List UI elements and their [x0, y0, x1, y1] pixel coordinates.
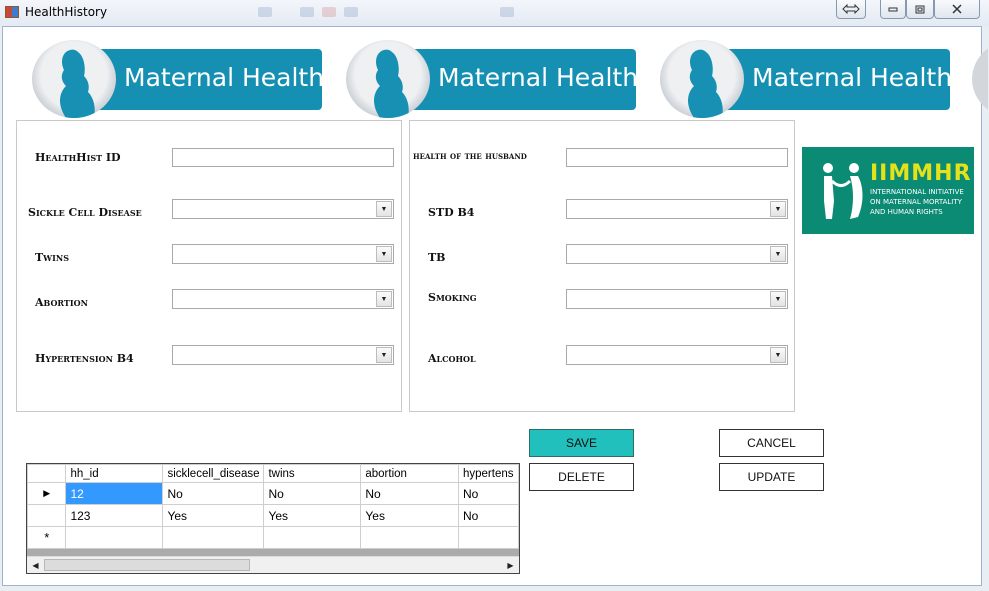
mother-figure-icon — [823, 163, 863, 219]
table-cell[interactable]: No — [458, 504, 519, 527]
logo-abbreviation: IIMMHR — [870, 161, 972, 186]
table-cell[interactable]: No — [162, 482, 265, 505]
background-icon — [344, 7, 358, 17]
tb-label: TB — [428, 251, 446, 264]
chevron-down-icon[interactable]: ▼ — [376, 291, 392, 307]
background-icon — [500, 7, 514, 17]
smoking-select[interactable]: ▼ — [566, 289, 788, 309]
row-header-corner — [27, 464, 67, 483]
hypertension-select[interactable]: ▼ — [172, 345, 394, 365]
chevron-down-icon[interactable]: ▼ — [770, 246, 786, 262]
minimize-button[interactable] — [880, 0, 906, 19]
grid-header-row: hh_id sicklecell_disease twins abortion … — [27, 464, 519, 483]
table-cell[interactable] — [65, 526, 164, 549]
column-header[interactable]: hh_id — [65, 464, 164, 483]
scroll-left-icon[interactable]: ◀ — [27, 557, 44, 573]
iimmhr-logo: IIMMHR INTERNATIONAL INITIATIVE ON MATER… — [802, 147, 974, 234]
logo-line-2: ON MATERNAL MORTALITY — [870, 198, 962, 206]
chevron-down-icon[interactable]: ▼ — [770, 347, 786, 363]
banner-text: Maternal Health — [752, 63, 953, 92]
alcohol-label: Alcohol — [428, 352, 476, 365]
hypertension-label: Hypertension B4 — [35, 352, 134, 365]
twins-select[interactable]: ▼ — [172, 244, 394, 264]
twins-label: Twins — [35, 251, 70, 264]
healthhist-id-input[interactable] — [172, 148, 394, 167]
banner-text: Maternal Health — [124, 63, 325, 92]
column-header[interactable]: twins — [263, 464, 362, 483]
banner-bar: Maternal Health — [402, 49, 639, 110]
chevron-down-icon[interactable]: ▼ — [376, 246, 392, 262]
grid-table: hh_id sicklecell_disease twins abortion … — [27, 464, 519, 549]
std-label: STD B4 — [428, 206, 475, 219]
background-icon — [300, 7, 314, 17]
row-header[interactable] — [27, 504, 67, 527]
new-row[interactable]: * — [27, 526, 519, 549]
abortion-select[interactable]: ▼ — [172, 289, 394, 309]
alcohol-select[interactable]: ▼ — [566, 345, 788, 365]
logo-line-3: AND HUMAN RIGHTS — [870, 208, 943, 216]
banner-bar: Maternal Health — [716, 49, 953, 110]
current-row-indicator[interactable]: ▶ — [27, 482, 67, 505]
update-button[interactable]: UPDATE — [719, 463, 824, 491]
table-cell[interactable] — [360, 526, 459, 549]
table-row[interactable]: 123 Yes Yes Yes No — [27, 504, 519, 527]
maternal-health-banner: Maternal Health — [346, 40, 639, 118]
maternal-health-banner: Maternal Health — [660, 40, 953, 118]
delete-button[interactable]: DELETE — [529, 463, 634, 491]
banner-text: Maternal Health — [438, 63, 639, 92]
maximize-button[interactable] — [906, 0, 934, 19]
column-header[interactable]: abortion — [360, 464, 459, 483]
healthhist-id-label: HealthHist ID — [35, 151, 121, 164]
smoking-label: Smoking — [428, 291, 477, 304]
std-select[interactable]: ▼ — [566, 199, 788, 219]
sickle-cell-label: Sickle Cell Disease — [28, 206, 142, 219]
scroll-right-icon[interactable]: ▶ — [502, 557, 519, 573]
abortion-label: Abortion — [35, 296, 88, 309]
husband-health-label: health of the husband — [413, 151, 527, 162]
sickle-cell-select[interactable]: ▼ — [172, 199, 394, 219]
close-button[interactable] — [934, 0, 980, 19]
maternal-health-banner: Maternal Health — [32, 40, 325, 118]
table-row[interactable]: ▶ 12 No No No No — [27, 482, 519, 505]
table-cell[interactable] — [458, 526, 519, 549]
horizontal-scrollbar[interactable]: ◀ ▶ — [27, 556, 519, 573]
table-cell[interactable]: Yes — [162, 504, 265, 527]
table-cell[interactable] — [162, 526, 265, 549]
pregnant-woman-icon — [660, 40, 744, 118]
chevron-down-icon[interactable]: ▼ — [376, 347, 392, 363]
table-cell[interactable]: No — [263, 482, 362, 505]
table-cell[interactable]: No — [360, 482, 459, 505]
pregnant-woman-icon — [32, 40, 116, 118]
title-bar: HealthHistory — [0, 0, 989, 26]
restore-size-icon[interactable] — [836, 0, 866, 19]
table-cell[interactable]: 123 — [65, 504, 164, 527]
table-cell[interactable]: No — [458, 482, 519, 505]
tb-select[interactable]: ▼ — [566, 244, 788, 264]
window-title: HealthHistory — [25, 5, 108, 19]
column-header[interactable]: sicklecell_disease — [162, 464, 265, 483]
cancel-button[interactable]: CANCEL — [719, 429, 824, 457]
column-header[interactable]: hypertens — [458, 464, 519, 483]
banner-partial — [972, 40, 988, 118]
chevron-down-icon[interactable]: ▼ — [770, 201, 786, 217]
save-button[interactable]: SAVE — [529, 429, 634, 457]
app-icon — [5, 6, 19, 18]
background-icon — [322, 7, 336, 17]
table-cell[interactable] — [263, 526, 362, 549]
pregnant-woman-icon — [346, 40, 430, 118]
husband-health-input[interactable] — [566, 148, 788, 167]
health-history-grid[interactable]: hh_id sicklecell_disease twins abortion … — [26, 463, 520, 574]
table-cell[interactable]: Yes — [263, 504, 362, 527]
chevron-down-icon[interactable]: ▼ — [376, 201, 392, 217]
table-cell[interactable]: Yes — [360, 504, 459, 527]
new-row-marker[interactable]: * — [27, 526, 67, 549]
logo-line-1: INTERNATIONAL INITIATIVE — [870, 188, 964, 196]
background-icon — [258, 7, 272, 17]
scrollbar-thumb[interactable] — [44, 559, 250, 571]
table-cell[interactable]: 12 — [65, 482, 164, 505]
banner-bar: Maternal Health — [88, 49, 325, 110]
chevron-down-icon[interactable]: ▼ — [770, 291, 786, 307]
